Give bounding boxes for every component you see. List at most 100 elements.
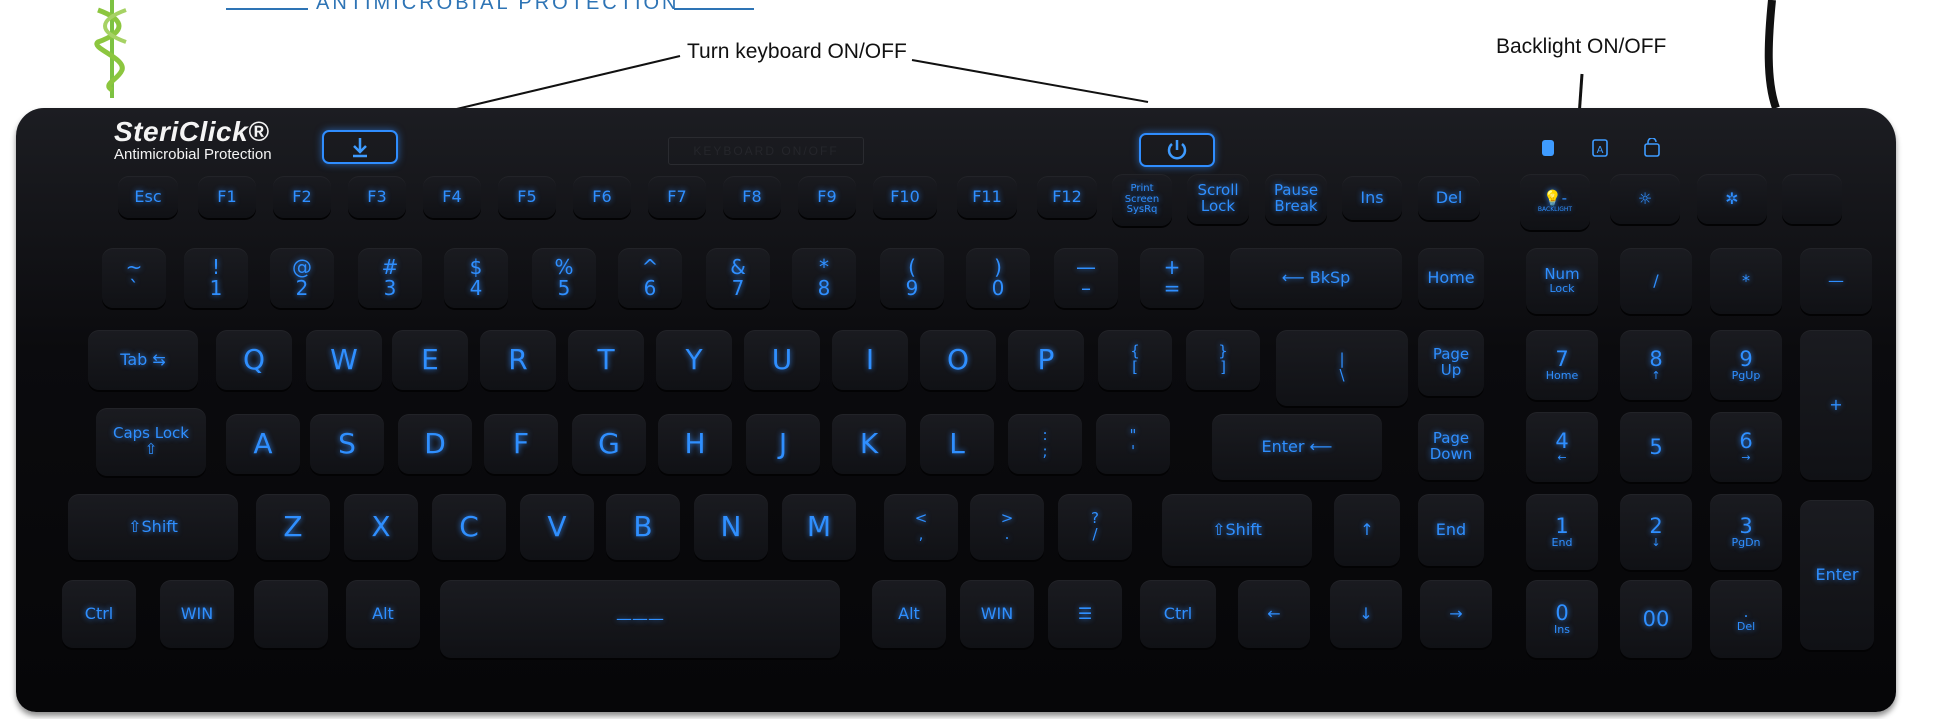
key-r[interactable]: R <box>480 330 556 390</box>
key-slash[interactable]: ? / <box>1058 494 1132 560</box>
key-g[interactable]: G <box>572 414 646 474</box>
key-semicolon[interactable]: :; <box>1008 414 1082 474</box>
key-j[interactable]: J <box>746 414 820 474</box>
key-7[interactable]: & 7 <box>706 248 770 308</box>
key-lctrl[interactable]: Ctrl <box>62 580 136 648</box>
key-tab[interactable]: Tab ⇆ <box>88 330 198 390</box>
power-button[interactable] <box>1139 133 1215 167</box>
key-e[interactable]: E <box>392 330 468 390</box>
key-blank-bottom[interactable] <box>254 580 328 648</box>
key-brightness-down[interactable]: ☼ <box>1610 174 1680 224</box>
key-lwin[interactable]: WIN <box>160 580 234 648</box>
key-f7[interactable]: F7 <box>648 176 706 218</box>
key-5[interactable]: % 5 <box>532 248 596 308</box>
key-1[interactable]: ! 1 <box>184 248 248 308</box>
key-num9[interactable]: 9 PgUp <box>1710 330 1782 400</box>
key-s[interactable]: S <box>310 414 384 474</box>
key-ins[interactable]: Ins <box>1342 176 1402 220</box>
key-3[interactable]: #3 <box>358 248 422 308</box>
key-f3[interactable]: F3 <box>348 176 406 218</box>
key-num4[interactable]: 4 ← <box>1526 412 1598 482</box>
key-print-screen[interactable]: Print Screen SysRq <box>1112 174 1172 226</box>
key-brightness-up[interactable]: ✲ <box>1697 174 1767 224</box>
key-num2[interactable]: 2 ↓ <box>1620 494 1692 570</box>
key-num1[interactable]: 1 End <box>1526 494 1598 570</box>
key-f4[interactable]: F4 <box>423 176 481 218</box>
key-b[interactable]: B <box>606 494 680 560</box>
key-rwin[interactable]: WIN <box>960 580 1034 648</box>
key-num5[interactable]: 5 <box>1620 412 1692 482</box>
key-l[interactable]: L <box>920 414 994 474</box>
key-f6[interactable]: F6 <box>573 176 631 218</box>
key-k[interactable]: K <box>832 414 906 474</box>
key-num8[interactable]: 8 ↑ <box>1620 330 1692 400</box>
key-num-minus[interactable]: — <box>1800 248 1872 314</box>
key-0[interactable]: ) 0 <box>966 248 1030 308</box>
key-a[interactable]: A <box>226 414 300 474</box>
key-arrow-down[interactable]: ↓ <box>1330 580 1402 648</box>
key-z[interactable]: Z <box>256 494 330 560</box>
key-m[interactable]: M <box>782 494 856 560</box>
key-arrow-right[interactable]: → <box>1420 580 1492 648</box>
key-f9[interactable]: F9 <box>798 176 856 218</box>
key-arrow-up[interactable]: ↑ <box>1334 494 1400 566</box>
key-period[interactable]: >. <box>970 494 1044 560</box>
key-f[interactable]: F <box>484 414 558 474</box>
key-quote[interactable]: " ' <box>1096 414 1170 474</box>
key-f12[interactable]: F12 <box>1037 176 1097 218</box>
key-h[interactable]: H <box>658 414 732 474</box>
key-backlight[interactable]: 💡- BACKLIGHT <box>1520 174 1590 230</box>
key-t[interactable]: T <box>568 330 644 390</box>
key-caps-lock[interactable]: Caps Lock ⇧ <box>96 408 206 476</box>
keyboard-lock-button[interactable] <box>322 130 398 164</box>
key-p[interactable]: P <box>1008 330 1084 390</box>
key-num0[interactable]: 0 Ins <box>1526 580 1598 658</box>
key-blank-top[interactable] <box>1782 174 1842 224</box>
key-num-enter[interactable]: Enter <box>1800 500 1874 650</box>
key-menu[interactable]: ☰ <box>1048 580 1122 648</box>
key-enter[interactable]: Enter ⟵ <box>1212 414 1382 480</box>
key-del[interactable]: Del <box>1418 176 1480 220</box>
key-tilde[interactable]: ~ ` <box>102 248 166 308</box>
key-6[interactable]: ^ 6 <box>618 248 682 308</box>
key-i[interactable]: I <box>832 330 908 390</box>
key-arrow-left[interactable]: ← <box>1238 580 1310 648</box>
key-f11[interactable]: F11 <box>957 176 1017 218</box>
key-esc[interactable]: Esc <box>118 176 178 218</box>
key-y[interactable]: Y <box>656 330 732 390</box>
key-backslash[interactable]: | \ <box>1276 330 1408 406</box>
key-q[interactable]: Q <box>216 330 292 390</box>
key-end[interactable]: End <box>1418 494 1484 566</box>
key-page-up[interactable]: Page Up <box>1418 330 1484 396</box>
key-rbrace[interactable]: }] <box>1186 330 1260 390</box>
key-d[interactable]: D <box>398 414 472 474</box>
key-o[interactable]: O <box>920 330 996 390</box>
key-comma[interactable]: <, <box>884 494 958 560</box>
key-rshift[interactable]: ⇧Shift <box>1162 494 1312 566</box>
key-f1[interactable]: F1 <box>198 176 256 218</box>
key-w[interactable]: W <box>306 330 382 390</box>
key-minus[interactable]: — – <box>1054 248 1118 308</box>
key-f5[interactable]: F5 <box>498 176 556 218</box>
key-num00[interactable]: 00 <box>1620 580 1692 658</box>
key-num-dot[interactable]: . Del <box>1710 580 1782 658</box>
key-9[interactable]: (9 <box>880 248 944 308</box>
key-2[interactable]: @2 <box>270 248 334 308</box>
key-pause-break[interactable]: Pause Break <box>1265 174 1327 224</box>
key-backspace[interactable]: ⟵ BkSp <box>1230 248 1402 308</box>
key-scroll-lock[interactable]: Scroll Lock <box>1187 174 1249 224</box>
key-num3[interactable]: 3 PgDn <box>1710 494 1782 570</box>
key-f2[interactable]: F2 <box>273 176 331 218</box>
key-4[interactable]: $4 <box>444 248 508 308</box>
key-u[interactable]: U <box>744 330 820 390</box>
key-num7[interactable]: 7 Home <box>1526 330 1598 400</box>
key-lbrace[interactable]: {[ <box>1098 330 1172 390</box>
key-n[interactable]: N <box>694 494 768 560</box>
key-space[interactable]: ——— <box>440 580 840 658</box>
key-num-plus[interactable]: + <box>1800 330 1872 480</box>
key-lalt[interactable]: Alt <box>346 580 420 648</box>
key-8[interactable]: * 8 <box>792 248 856 308</box>
key-equals[interactable]: + = <box>1140 248 1204 308</box>
key-rctrl[interactable]: Ctrl <box>1140 580 1216 648</box>
key-v[interactable]: V <box>520 494 594 560</box>
